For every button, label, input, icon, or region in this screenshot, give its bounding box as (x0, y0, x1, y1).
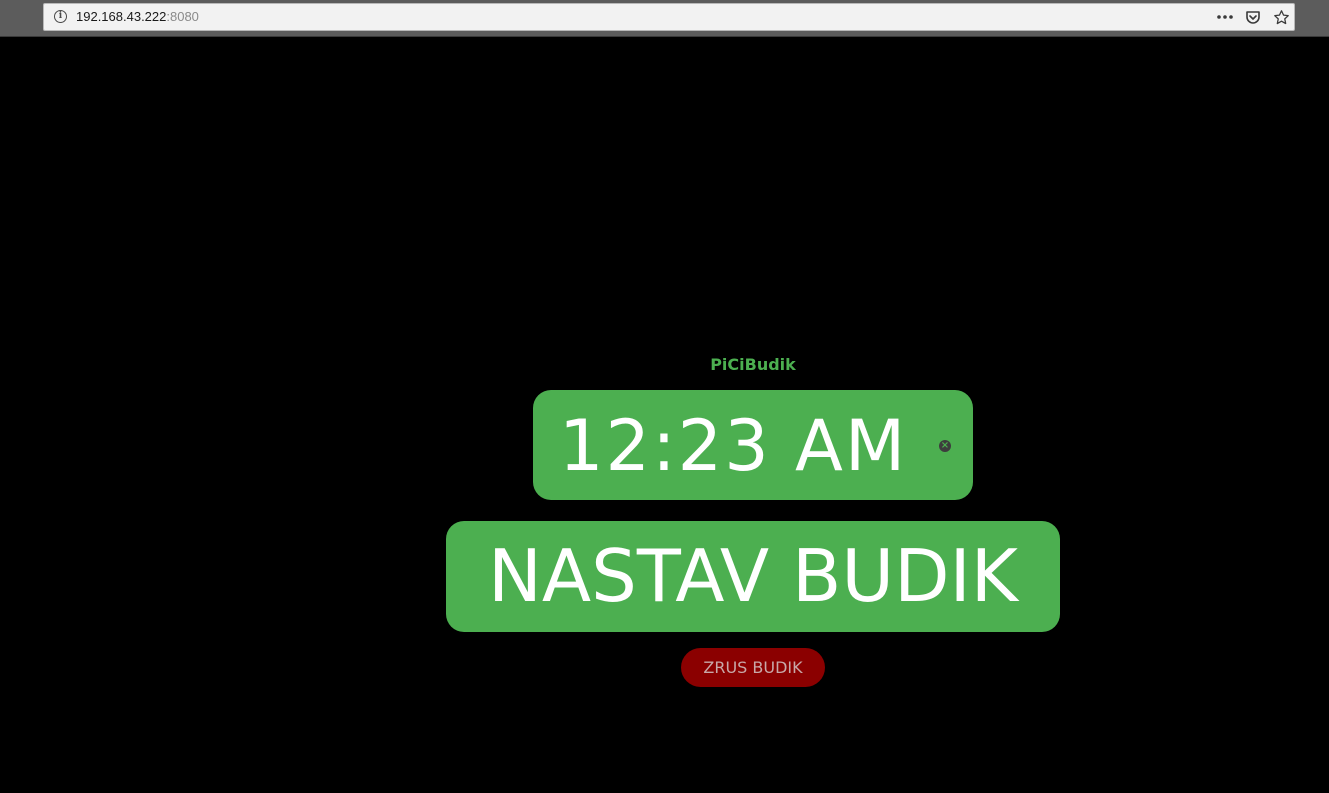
alarm-time-input[interactable]: 12:23 AM × (533, 390, 973, 500)
page-actions (1216, 7, 1290, 27)
site-info-icon[interactable]: i (54, 10, 67, 23)
url-text[interactable]: 192.168.43.222:8080 (76, 9, 199, 24)
clear-time-icon[interactable]: × (939, 440, 951, 452)
cancel-alarm-button[interactable]: ZRUS BUDIK (681, 648, 825, 687)
page-actions-menu-icon[interactable] (1216, 7, 1234, 27)
address-bar[interactable]: i 192.168.43.222:8080 (43, 3, 1295, 31)
url-host: 192.168.43.222 (76, 9, 167, 24)
browser-toolbar: i 192.168.43.222:8080 (0, 0, 1329, 37)
url-port: :8080 (166, 9, 199, 24)
bookmark-star-icon[interactable] (1272, 7, 1290, 27)
app-title: PiCiBudik (710, 355, 796, 374)
alarm-time-value[interactable]: 12:23 AM (559, 406, 907, 486)
pocket-icon[interactable] (1244, 7, 1262, 27)
set-alarm-button[interactable]: NASTAV BUDIK (446, 521, 1060, 632)
